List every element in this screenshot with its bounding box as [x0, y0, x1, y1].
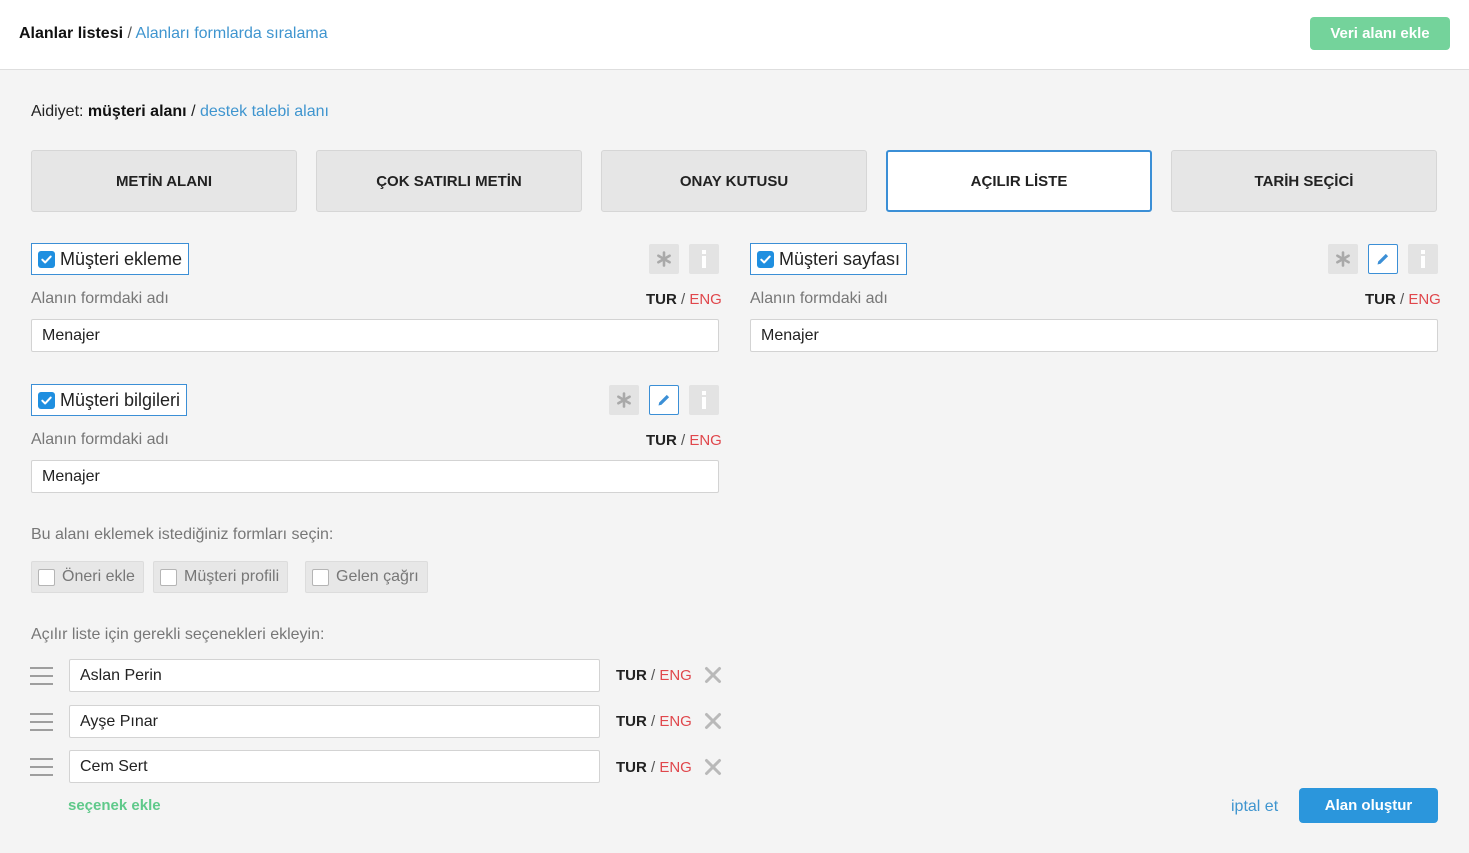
checkbox-checked-icon [38, 391, 55, 409]
required-asterisk-icon[interactable] [649, 244, 679, 274]
edit-pencil-icon[interactable] [1368, 244, 1398, 274]
lang-eng[interactable]: ENG [659, 759, 692, 776]
cancel-link[interactable]: iptal et [1231, 798, 1278, 816]
options-prompt: Açılır liste için gerekli seçenekleri ek… [31, 626, 325, 643]
language-switch: TUR / ENG [616, 713, 692, 730]
checkbox-checked-icon [757, 250, 774, 268]
info-icon[interactable] [689, 385, 719, 415]
drag-handle-icon[interactable] [30, 758, 53, 776]
breadcrumb-separator: / [127, 25, 132, 42]
remove-option-icon[interactable] [704, 712, 722, 730]
drag-handle-icon[interactable] [30, 713, 53, 731]
customer-info-checkbox[interactable]: Müşteri bilgileri [31, 384, 188, 416]
customer-page-checkbox[interactable]: Müşteri sayfası [750, 243, 908, 275]
tab-label: METİN ALANI [115, 172, 213, 190]
drag-handle-icon[interactable] [30, 667, 53, 685]
customer-add-checkbox[interactable]: Müşteri ekleme [31, 243, 190, 275]
ownership-separator: / [191, 103, 196, 120]
customer-add-field-name-input[interactable] [31, 319, 719, 352]
language-switch: TUR / ENG [616, 759, 692, 776]
checkbox-checked-icon [38, 250, 55, 268]
form-checkbox-label: Müşteri profili [184, 568, 280, 585]
breadcrumb-current: Alanlar listesi [19, 25, 124, 42]
info-icon[interactable] [1408, 244, 1438, 274]
info-icon[interactable] [689, 244, 719, 274]
option-input[interactable] [69, 750, 600, 783]
tab-label: ONAY KUTUSU [679, 172, 789, 190]
lang-separator: / [1400, 291, 1405, 308]
lang-tur[interactable]: TUR [616, 759, 647, 776]
required-asterisk-icon[interactable] [1328, 244, 1358, 274]
tab-label: AÇILIR LİSTE [970, 172, 1068, 190]
language-switch: TUR / ENG [646, 432, 722, 449]
field-name-label: Alanın formdaki adı [750, 290, 888, 307]
lang-separator: / [651, 713, 656, 730]
required-asterisk-icon[interactable] [609, 385, 639, 415]
tab-dropdown-list[interactable]: AÇILIR LİSTE [886, 150, 1152, 212]
lang-eng[interactable]: ENG [659, 713, 692, 730]
top-bar: Alanlar listesi / Alanları formlarda sır… [0, 0, 1469, 70]
form-checkbox-label: Gelen çağrı [336, 568, 419, 585]
add-data-field-button[interactable]: Veri alanı ekle [1310, 17, 1450, 50]
tab-date-picker[interactable]: TARİH SEÇİCİ [1171, 150, 1437, 212]
remove-option-icon[interactable] [704, 666, 722, 684]
customer-page-field-name-input[interactable] [750, 319, 1438, 352]
create-field-button[interactable]: Alan oluştur [1299, 788, 1438, 823]
lang-tur[interactable]: TUR [1365, 291, 1396, 308]
ownership-prefix: Aidiyet: [31, 103, 84, 120]
lang-separator: / [681, 432, 686, 449]
form-checkbox-incoming-call[interactable]: Gelen çağrı [305, 561, 428, 593]
lang-separator: / [651, 759, 656, 776]
checkbox-unchecked-icon [160, 568, 177, 586]
breadcrumb-link[interactable]: Alanları formlarda sıralama [136, 25, 328, 42]
lang-separator: / [651, 667, 656, 684]
tab-multiline-text[interactable]: ÇOK SATIRLI METİN [316, 150, 582, 212]
breadcrumb: Alanlar listesi / Alanları formlarda sır… [19, 25, 328, 43]
tab-text-field[interactable]: METİN ALANI [31, 150, 297, 212]
field-name-label: Alanın formdaki adı [31, 431, 169, 448]
language-switch: TUR / ENG [616, 667, 692, 684]
remove-option-icon[interactable] [704, 758, 722, 776]
ownership-link[interactable]: destek talebi alanı [200, 103, 329, 120]
lang-eng[interactable]: ENG [659, 667, 692, 684]
tab-label: TARİH SEÇİCİ [1254, 172, 1354, 190]
form-checkbox-label: Öneri ekle [62, 568, 135, 585]
add-option-link[interactable]: seçenek ekle [68, 797, 161, 814]
form-checkbox-customer-profile[interactable]: Müşteri profili [153, 561, 289, 593]
language-switch: TUR / ENG [1365, 291, 1441, 308]
forms-prompt: Bu alanı eklemek istediğiniz formları se… [31, 526, 334, 543]
lang-eng[interactable]: ENG [1408, 291, 1441, 308]
tab-label: ÇOK SATIRLI METİN [376, 172, 522, 190]
edit-pencil-icon[interactable] [649, 385, 679, 415]
lang-tur[interactable]: TUR [646, 291, 677, 308]
option-input[interactable] [69, 705, 600, 738]
lang-separator: / [681, 291, 686, 308]
checkbox-label: Müşteri bilgileri [60, 389, 181, 410]
lang-tur[interactable]: TUR [616, 713, 647, 730]
form-checkbox-suggestion[interactable]: Öneri ekle [31, 561, 144, 593]
checkbox-unchecked-icon [312, 568, 329, 586]
option-input[interactable] [69, 659, 600, 692]
checkbox-label: Müşteri ekleme [60, 248, 183, 269]
lang-eng[interactable]: ENG [689, 432, 722, 449]
checkbox-label: Müşteri sayfası [779, 248, 901, 269]
ownership-selector: Aidiyet: müşteri alanı / destek talebi a… [31, 103, 329, 121]
customer-info-field-name-input[interactable] [31, 460, 719, 493]
checkbox-unchecked-icon [38, 568, 55, 586]
field-name-label: Alanın formdaki adı [31, 290, 169, 307]
language-switch: TUR / ENG [646, 291, 722, 308]
ownership-active: müşteri alanı [87, 103, 187, 120]
lang-tur[interactable]: TUR [616, 667, 647, 684]
lang-eng[interactable]: ENG [689, 291, 722, 308]
tab-checkbox[interactable]: ONAY KUTUSU [601, 150, 867, 212]
lang-tur[interactable]: TUR [646, 432, 677, 449]
